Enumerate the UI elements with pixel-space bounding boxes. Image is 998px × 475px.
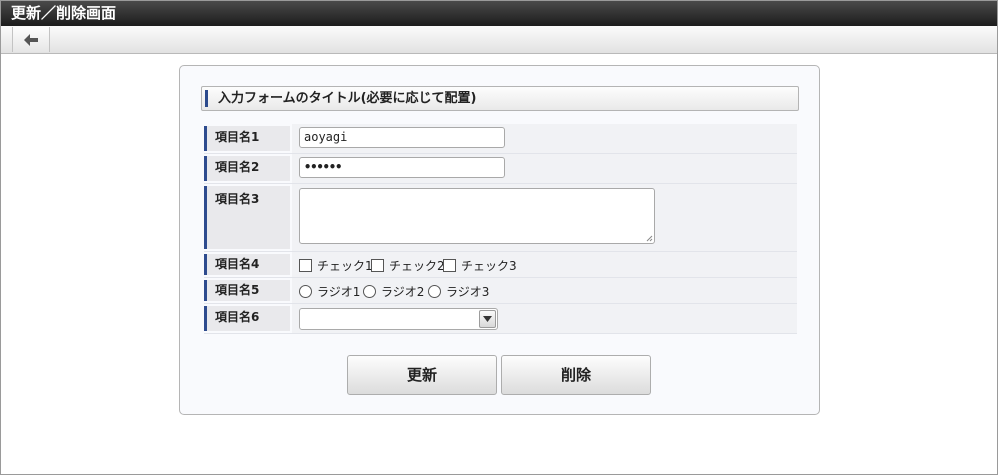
field-row-4: 項目名4 チェック1 チェック2 チェック3 (204, 252, 797, 278)
resize-grip-icon[interactable] (645, 234, 653, 242)
checkbox-option-3[interactable]: チェック3 (443, 257, 517, 274)
form-title: 入力フォームのタイトル(必要に応じて配置) (201, 86, 799, 111)
form-title-accent (205, 90, 208, 107)
field-value-2: •••••• (292, 154, 797, 183)
radio-icon[interactable] (428, 285, 441, 298)
checkbox-label-3: チェック3 (461, 259, 517, 273)
radio-label-3: ラジオ3 (446, 285, 490, 299)
checkbox-icon[interactable] (371, 259, 384, 272)
dropdown-arrow[interactable] (479, 310, 496, 328)
field-value-3 (292, 184, 797, 251)
field-label-1: 項目名1 (204, 126, 290, 151)
field-row-1: 項目名1 aoyagi (204, 124, 797, 154)
checkbox-option-1[interactable]: チェック1 (299, 257, 373, 274)
update-button[interactable]: 更新 (347, 355, 497, 395)
field-value-6 (292, 304, 797, 333)
checkbox-option-2[interactable]: チェック2 (371, 257, 445, 274)
radio-label-2: ラジオ2 (381, 285, 425, 299)
field-label-3: 項目名3 (204, 186, 290, 249)
field-label-5: 項目名5 (204, 280, 290, 301)
field-row-6: 項目名6 (204, 304, 797, 334)
toolbar (1, 26, 997, 54)
field-row-3: 項目名3 (204, 184, 797, 252)
field-value-5: ラジオ1 ラジオ2 ラジオ3 (292, 278, 797, 303)
field-value-4: チェック1 チェック2 チェック3 (292, 252, 797, 277)
field-label-2: 項目名2 (204, 156, 290, 181)
field-row-2: 項目名2 •••••• (204, 154, 797, 184)
arrow-left-icon (24, 33, 38, 46)
radio-icon[interactable] (363, 285, 376, 298)
field-2-password-input[interactable]: •••••• (299, 157, 505, 178)
field-1-text-input[interactable]: aoyagi (299, 127, 505, 148)
radio-option-2[interactable]: ラジオ2 (363, 283, 424, 300)
field-value-1: aoyagi (292, 124, 797, 153)
checkbox-label-2: チェック2 (389, 259, 445, 273)
radio-option-3[interactable]: ラジオ3 (428, 283, 489, 300)
field-6-select[interactable] (299, 308, 498, 330)
radio-icon[interactable] (299, 285, 312, 298)
form-title-text: 入力フォームのタイトル(必要に応じて配置) (218, 91, 477, 106)
delete-button[interactable]: 削除 (501, 355, 651, 395)
field-row-5: 項目名5 ラジオ1 ラジオ2 ラジオ3 (204, 278, 797, 304)
back-button[interactable] (12, 27, 50, 52)
chevron-down-icon (483, 316, 492, 322)
field-label-6: 項目名6 (204, 306, 290, 331)
radio-option-1[interactable]: ラジオ1 (299, 283, 360, 300)
window-title: 更新／削除画面 (1, 1, 997, 26)
field-label-4: 項目名4 (204, 254, 290, 275)
form-panel: 入力フォームのタイトル(必要に応じて配置) 項目名1 aoyagi 項目名2 •… (179, 65, 820, 415)
checkbox-icon[interactable] (299, 259, 312, 272)
field-3-textarea[interactable] (299, 188, 655, 244)
window: 更新／削除画面 入力フォームのタイトル(必要に応じて配置) 項目名1 aoyag… (0, 0, 998, 475)
checkbox-label-1: チェック1 (317, 259, 373, 273)
checkbox-icon[interactable] (443, 259, 456, 272)
radio-label-1: ラジオ1 (317, 285, 361, 299)
